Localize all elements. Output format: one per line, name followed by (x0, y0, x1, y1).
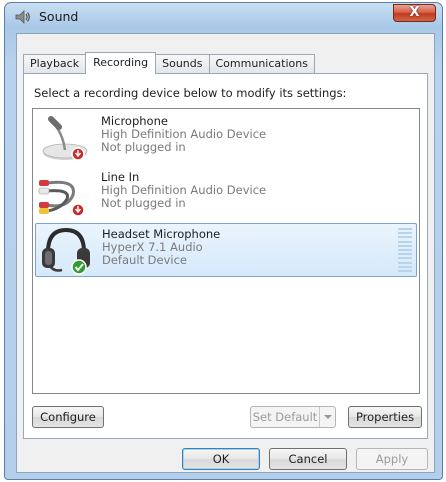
close-icon: X (409, 5, 420, 20)
device-description: High Definition Audio Device (101, 183, 267, 197)
device-status: Not plugged in (101, 196, 186, 210)
line-in-cable-icon (38, 180, 85, 217)
title-bar[interactable]: Sound X (5, 3, 442, 31)
sound-dialog-window: Sound X Playback Recording Sounds Commun… (4, 2, 443, 480)
recording-tab-panel: Select a recording device below to modif… (23, 73, 428, 439)
device-item-microphone[interactable]: Microphone High Definition Audio Device … (35, 111, 417, 165)
tab-strip: Playback Recording Sounds Communications (23, 52, 315, 74)
device-description: High Definition Audio Device (101, 127, 267, 141)
ok-button[interactable]: OK (182, 448, 260, 470)
cancel-button[interactable]: Cancel (269, 448, 347, 470)
chevron-down-icon[interactable] (319, 407, 335, 427)
device-status: Not plugged in (101, 140, 186, 154)
level-meter (398, 228, 412, 272)
headset-icon (42, 227, 90, 275)
speaker-icon (15, 10, 30, 24)
set-default-button[interactable]: Set Default (250, 406, 336, 428)
device-description: HyperX 7.1 Audio (102, 240, 203, 254)
device-item-line-in[interactable]: Line In High Definition Audio Device Not… (35, 167, 417, 221)
device-item-headset-microphone[interactable]: Headset Microphone HyperX 7.1 Audio Defa… (35, 223, 417, 277)
device-list[interactable]: Microphone High Definition Audio Device … (32, 108, 420, 394)
window-title: Sound (39, 9, 79, 24)
device-name: Headset Microphone (102, 227, 221, 241)
dialog-client-area: Playback Recording Sounds Communications… (16, 33, 435, 473)
device-name: Line In (101, 170, 140, 184)
instruction-text: Select a recording device below to modif… (34, 86, 347, 100)
apply-button[interactable]: Apply (356, 448, 428, 470)
tab-sounds[interactable]: Sounds (155, 54, 210, 73)
tab-communications[interactable]: Communications (208, 54, 315, 73)
device-name: Microphone (101, 114, 168, 128)
close-button[interactable]: X (393, 4, 436, 22)
tab-recording[interactable]: Recording (85, 52, 157, 74)
device-status: Default Device (102, 253, 188, 267)
default-checkmark-icon (71, 259, 87, 275)
microphone-icon (42, 116, 88, 161)
properties-button[interactable]: Properties (348, 406, 422, 428)
set-default-label: Set Default (252, 410, 318, 424)
configure-button[interactable]: Configure (32, 406, 104, 428)
tab-playback[interactable]: Playback (23, 54, 87, 73)
